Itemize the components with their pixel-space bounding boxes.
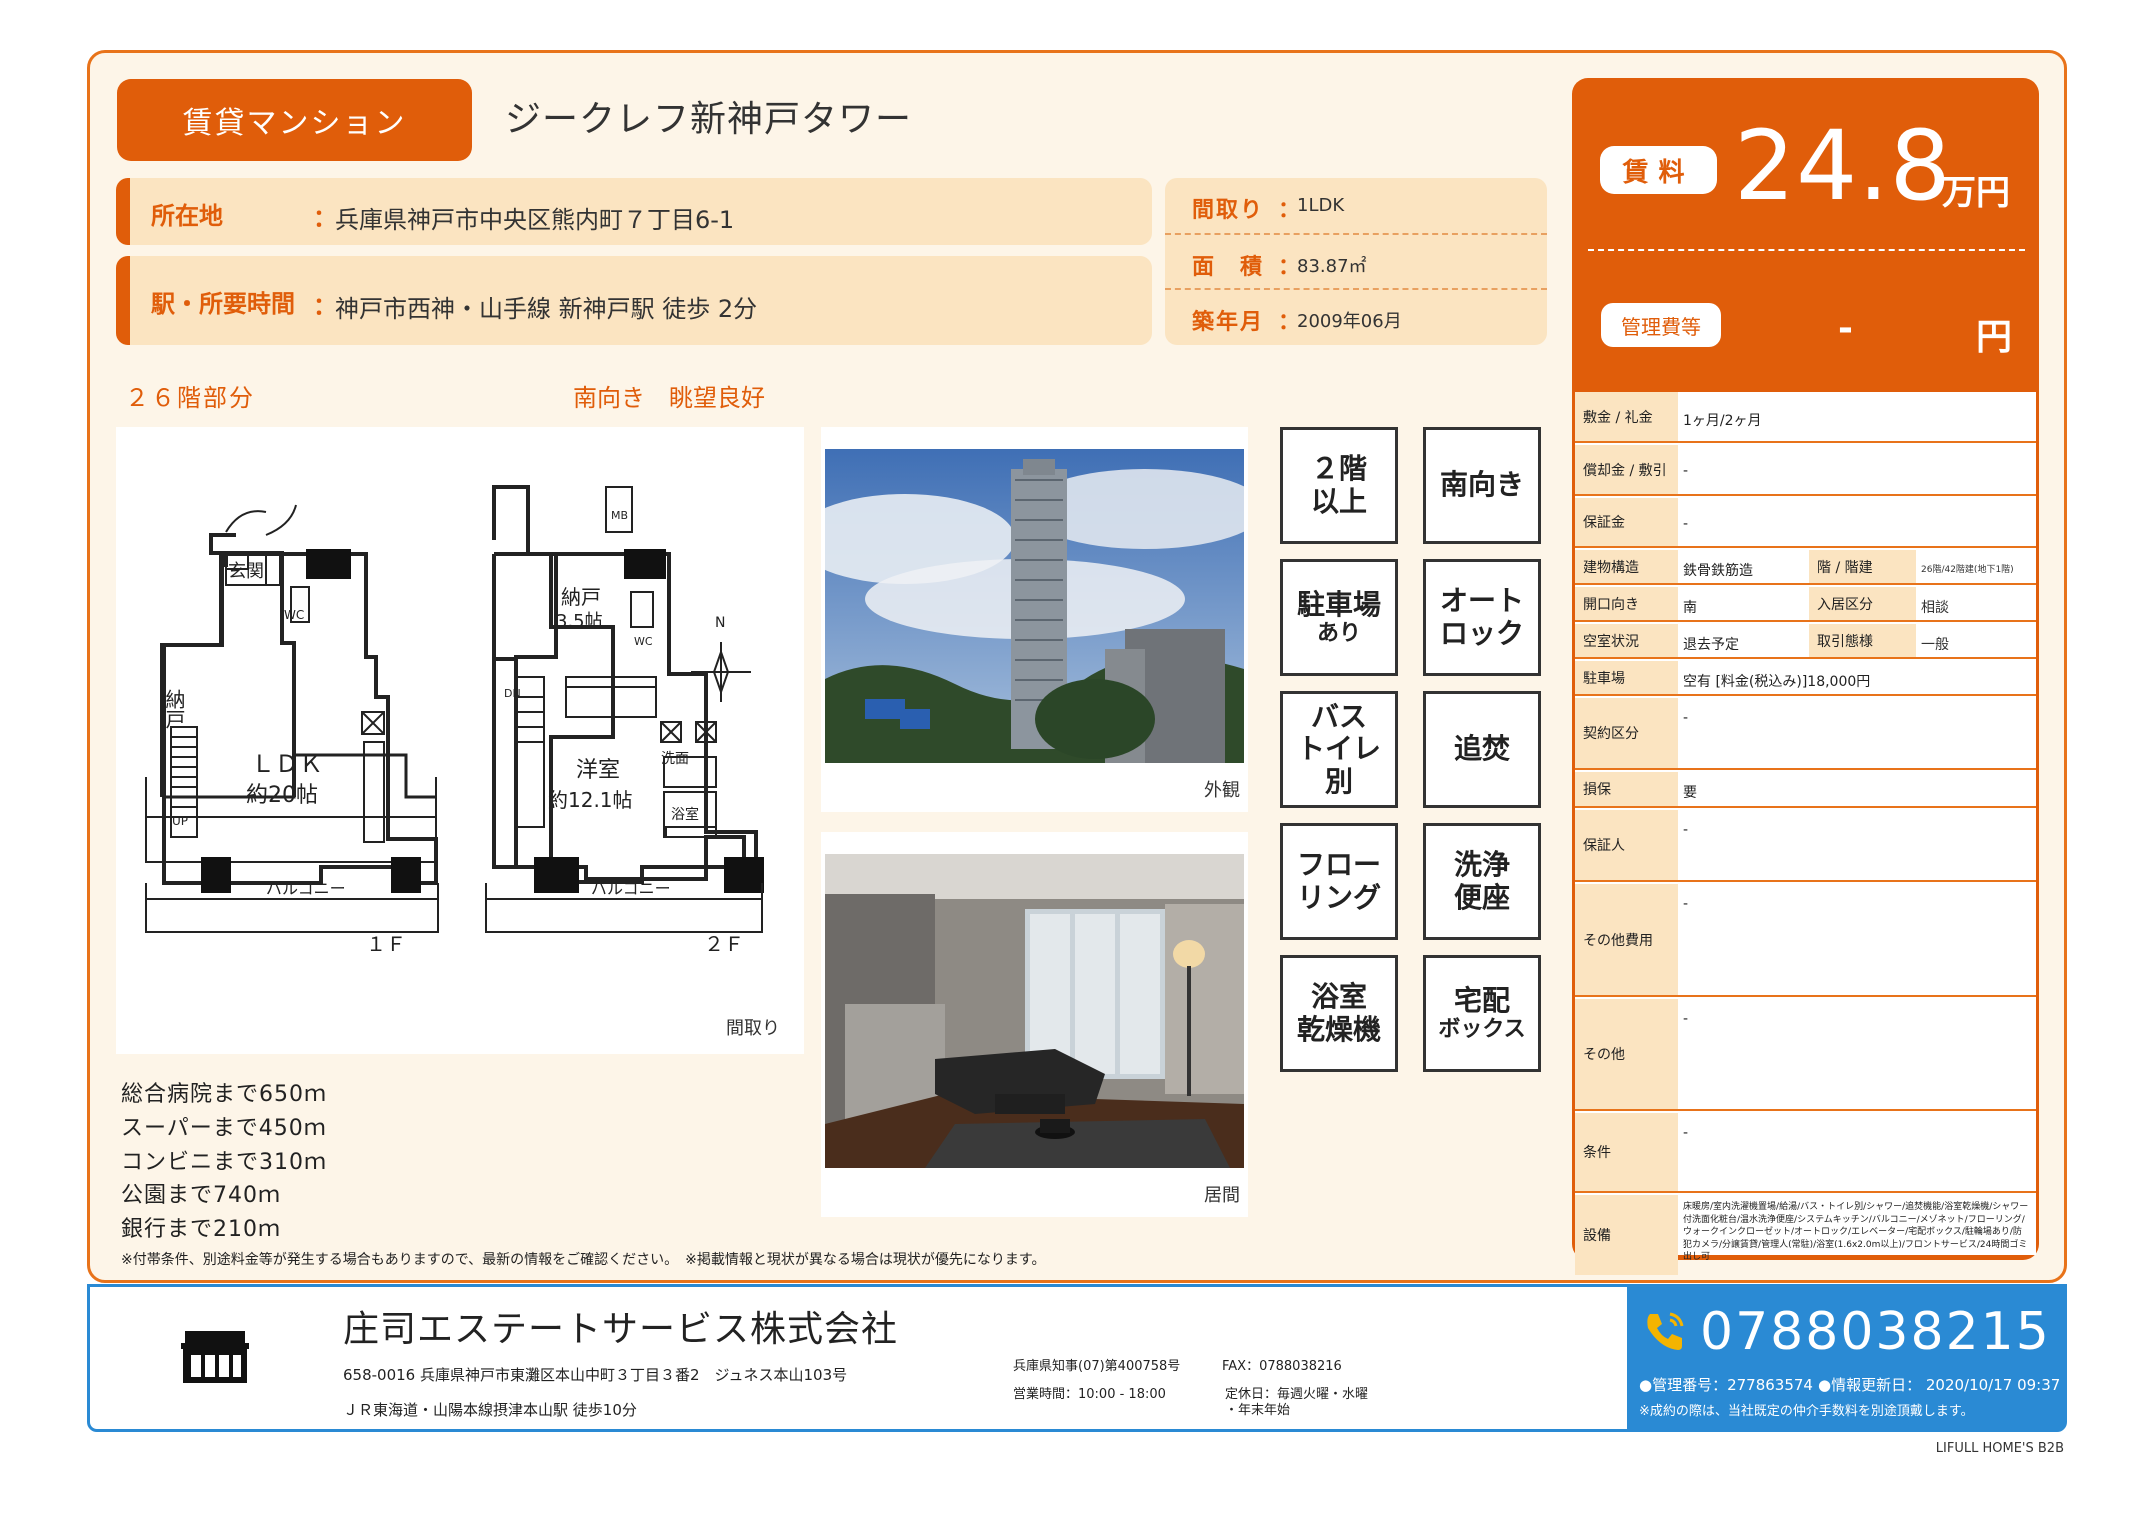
detail-row-structure: 建物構造 鉄骨鉄筋造 階 / 階建 26階/42階建(地下1階) (1575, 550, 2036, 585)
fp-dn: DN (504, 687, 521, 700)
disclaimer-note: ※付帯条件、別途料金等が発生する場合もありますので、最新の情報をご確認ください。… (121, 1252, 1046, 1268)
category-badge: 賃貸マンション (117, 79, 472, 161)
company-logo (155, 1297, 273, 1415)
detail-row-contract: 契約区分 - (1575, 698, 2036, 770)
fp-western: 洋室 (576, 758, 620, 783)
shop-icon (181, 1331, 249, 1383)
nearby-convenience: コンビニまで310ｍ (121, 1150, 327, 1175)
rent-value: 24.8 (1734, 110, 1952, 222)
nearby-park: 公園まで740ｍ (121, 1183, 281, 1208)
fp-mb: MB (611, 509, 628, 522)
feature-bath-toilet-separate: バス トイレ別 (1280, 691, 1398, 808)
fp-ldk-size: 約20帖 (246, 783, 318, 808)
fp-entrance: 玄関 (228, 561, 264, 582)
exterior-caption: 外観 (1204, 780, 1240, 801)
spec-row-area: 面 積 ： 83.87㎡ (1165, 233, 1547, 288)
detail-row-equipment: 設備 床暖房/室内洗濯機置場/給湯/バス・トイレ別/シャワー/追焚機能/浴室乾燥… (1575, 1195, 2036, 1275)
feature-reheating: 追焚 (1423, 691, 1541, 808)
details-table: 敷金 / 礼金 1ヶ月/2ヶ月 償却金 / 敷引 - 保証金 - 建物構造 鉄骨… (1575, 392, 2036, 1275)
address-value: 兵庫県神戸市中央区熊内町７丁目6-1 (335, 206, 735, 234)
fp-wc1: WC (284, 608, 304, 622)
fp-storage1: 納戸 (162, 689, 186, 729)
living-photo (825, 854, 1244, 1168)
detail-row-vacancy: 空室状況 退去予定 取引態様 一般 (1575, 624, 2036, 659)
company-license: 兵庫県知事(07)第400758号 (1013, 1359, 1181, 1374)
company-address: 658-0016 兵庫県神戸市東灘区本山中町３丁目３番2 ジュネス本山103号 (343, 1366, 848, 1384)
detail-row-guarantor: 保証人 - (1575, 810, 2036, 882)
fp-floor2: ２Ｆ (704, 932, 744, 956)
feature-autolock: オート ロック (1423, 559, 1541, 676)
feature-delivery-box: 宅配 ボックス (1423, 955, 1541, 1072)
detail-row-shokyaku: 償却金 / 敷引 - (1575, 445, 2036, 496)
direction-note: 南向き 眺望良好 (573, 384, 765, 412)
management-fee-value: - (1838, 308, 1853, 349)
detail-row-insurance: 損保 要 (1575, 772, 2036, 808)
station-label: 駅・所要時間 (151, 290, 295, 318)
fp-storage2: 納戸 (561, 585, 601, 609)
feature-floor2-above: ２階 以上 (1280, 427, 1398, 544)
watermark: LIFULL HOME'S B2B (1935, 1441, 2064, 1456)
fp-wc2: WC (634, 635, 653, 648)
feature-south-facing: 南向き (1423, 427, 1541, 544)
exterior-photo-panel: 外観 (821, 427, 1248, 812)
feature-bath-dryer: 浴室 乾燥機 (1280, 955, 1398, 1072)
floorplan-caption: 間取り (726, 1018, 780, 1039)
company-name: 庄司エステートサービス株式会社 (343, 1309, 899, 1350)
living-caption: 居間 (1204, 1185, 1240, 1206)
address-box: 所在地 ： 兵庫県神戸市中央区熊内町７丁目6-1 (116, 178, 1152, 245)
fp-wash: 洗面 (661, 751, 689, 767)
management-fee-label: 管理費等 (1601, 303, 1721, 347)
phone-number[interactable]: 0788038215 (1700, 1302, 2051, 1362)
rent-label: 賃料 (1600, 146, 1717, 194)
fp-ldk: ＬＤＫ (251, 750, 323, 778)
price-divider (1588, 249, 2025, 251)
nearby-supermarket: スーパーまで450ｍ (121, 1116, 327, 1141)
company-fax: FAX：0788038216 (1222, 1359, 1342, 1374)
detail-row-parking: 駐車場 空有 [料金(税込み)]18,000円 (1575, 661, 2036, 696)
management-fee-unit: 円 (1976, 317, 2013, 358)
address-separator: ： (313, 204, 337, 232)
company-hours: 営業時間：10:00 - 18:00 (1013, 1387, 1166, 1402)
address-label: 所在地 (151, 202, 223, 230)
spec-row-built: 築年月 ： 2009年06月 (1165, 288, 1547, 343)
fp-north: N (715, 615, 725, 631)
company-holiday-extra: ・年末年始 (1225, 1403, 1291, 1418)
fp-bath: 浴室 (671, 806, 699, 823)
phone-icon (1640, 1308, 1688, 1360)
living-photo-panel: 居間 (821, 832, 1248, 1217)
floor-note: ２６階部分 (125, 384, 255, 412)
detail-row-other: その他 - (1575, 999, 2036, 1111)
fp-western-size: 約12.1帖 (548, 788, 633, 812)
floorplan-drawing: 玄関 WC 納戸 UP ＬＤＫ 約20帖 バルコニー １Ｆ N MB 納戸 3.… (145, 485, 764, 956)
fp-storage2-size: 3.5帖 (556, 611, 603, 632)
feature-parking: 駐車場 あり (1280, 559, 1398, 676)
floorplan-panel: 玄関 WC 納戸 UP ＬＤＫ 約20帖 バルコニー １Ｆ N MB 納戸 3.… (116, 427, 804, 1054)
update-date: ●情報更新日： 2020/10/17 09:37 (1818, 1376, 2061, 1394)
station-separator: ： (313, 292, 337, 320)
management-number: ●管理番号：277863574 (1639, 1376, 1813, 1394)
spec-box: 間取り ： 1LDK 面 積 ： 83.87㎡ 築年月 ： 2009年06月 (1165, 178, 1547, 345)
fp-balcony1: バルコニー (266, 879, 346, 898)
station-box: 駅・所要時間 ： 神戸市西神・山手線 新神戸駅 徒歩 2分 (116, 256, 1152, 345)
company-access: ＪＲ東海道・山陽本線摂津本山駅 徒歩10分 (343, 1401, 637, 1419)
fp-balcony2: バルコニー (591, 879, 671, 898)
detail-row-opening: 開口向き 南 入居区分 相談 (1575, 587, 2036, 622)
station-value: 神戸市西神・山手線 新神戸駅 徒歩 2分 (335, 295, 758, 323)
property-name: ジークレフ新神戸タワー (505, 99, 913, 140)
nearby-hospital: 総合病院まで650ｍ (121, 1082, 327, 1107)
rent-unit: 万円 (1942, 173, 2010, 213)
fee-note: ※成約の際は、当社既定の仲介手数料を別途頂戴します。 (1639, 1404, 1974, 1419)
spec-row-layout: 間取り ： 1LDK (1192, 195, 1345, 223)
feature-washlet: 洗浄 便座 (1423, 823, 1541, 940)
feature-flooring: フロー リング (1280, 823, 1398, 940)
exterior-photo (825, 449, 1244, 763)
fp-up: UP (172, 814, 188, 828)
detail-row-conditions: 条件 - (1575, 1113, 2036, 1193)
detail-row-deposit: 敷金 / 礼金 1ヶ月/2ヶ月 (1575, 392, 2036, 443)
fp-floor1: １Ｆ (366, 932, 406, 956)
detail-row-hoshokin: 保証金 - (1575, 498, 2036, 548)
nearby-bank: 銀行まで210ｍ (121, 1217, 281, 1242)
detail-row-other-fees: その他費用 - (1575, 884, 2036, 997)
